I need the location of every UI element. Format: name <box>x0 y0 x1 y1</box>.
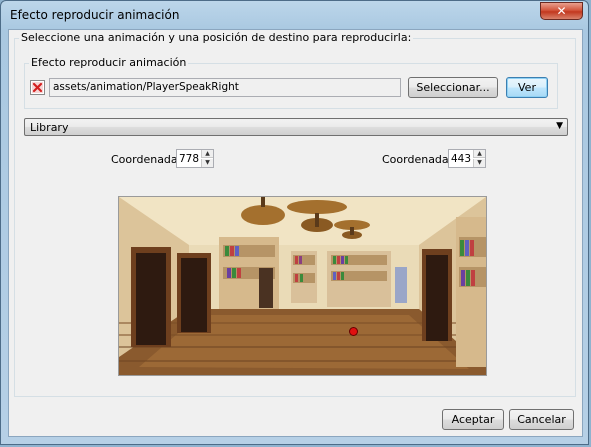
coord-x-spinner[interactable]: 778 ▲ ▼ <box>176 149 214 168</box>
coord-x-value[interactable]: 778 <box>179 153 199 165</box>
animation-target-group: Seleccione una animación y una posición … <box>14 31 576 397</box>
error-x-icon <box>30 80 45 95</box>
library-scene-image <box>119 197 486 375</box>
scene-dropdown-value: Library <box>30 121 69 134</box>
title-bar[interactable]: Efecto reproducir animación ✕ <box>1 1 588 29</box>
dialog-window: Efecto reproducir animación ✕ Seleccione… <box>0 0 589 445</box>
coord-y-value[interactable]: 443 <box>451 153 471 165</box>
animation-path-field[interactable]: assets/animation/PlayerSpeakRight <box>49 78 401 97</box>
accept-button[interactable]: Aceptar <box>442 409 504 430</box>
coord-x-increment-icon[interactable]: ▲ <box>201 150 213 158</box>
animation-effect-legend: Efecto reproducir animación <box>29 56 189 69</box>
scene-dropdown[interactable]: Library ▼ <box>24 118 568 136</box>
scene-preview[interactable] <box>118 196 487 376</box>
close-button[interactable]: ✕ <box>540 2 583 20</box>
cancel-button[interactable]: Cancelar <box>509 409 574 430</box>
instruction-text: Seleccione una animación y una posición … <box>19 31 414 44</box>
view-animation-button[interactable]: Ver <box>506 77 548 98</box>
coord-x-decrement-icon[interactable]: ▼ <box>201 159 213 167</box>
close-icon: ✕ <box>556 4 567 18</box>
select-animation-button[interactable]: Seleccionar... <box>408 77 498 98</box>
coord-y-spinner[interactable]: 443 ▲ ▼ <box>448 149 486 168</box>
target-position-marker[interactable] <box>349 327 358 336</box>
animation-effect-group: Efecto reproducir animación assets/anima… <box>24 56 558 109</box>
chevron-down-icon: ▼ <box>556 121 563 131</box>
window-title: Efecto reproducir animación <box>10 8 180 22</box>
dialog-body: Seleccione una animación y una posición … <box>8 29 583 437</box>
coord-y-increment-icon[interactable]: ▲ <box>473 150 485 158</box>
coord-y-decrement-icon[interactable]: ▼ <box>473 159 485 167</box>
